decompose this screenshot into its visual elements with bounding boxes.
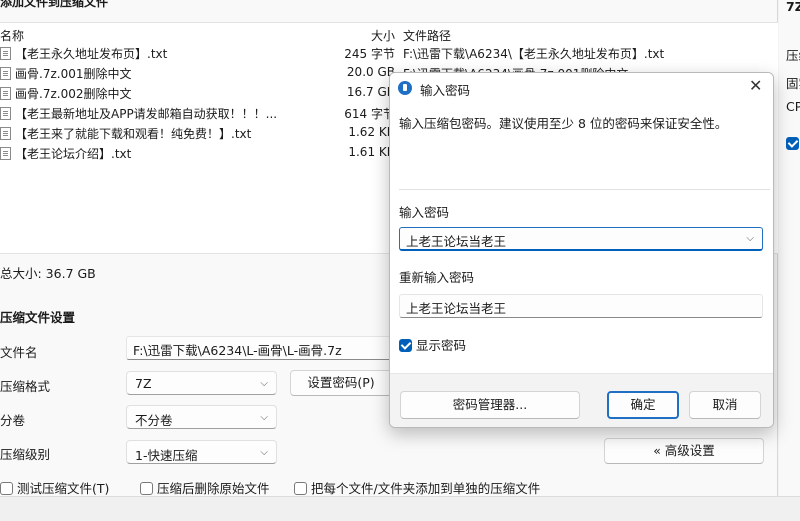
file-size: 16.7 GB [346,85,395,99]
show-password-label: 显示密码 [416,338,467,353]
column-size[interactable]: 大小 [300,27,395,44]
separate-archive-checkbox[interactable] [294,482,307,495]
text-file-icon [0,107,11,120]
file-row[interactable]: 【老王永久地址发布页】.txt 245 字节 F:\迅雷下载\A6234\【老王… [0,45,778,63]
chevron-down-icon: ⌵ [260,412,268,423]
confirm-password-label: 重新输入密码 [399,270,475,285]
chevron-down-icon[interactable]: ⌵ [746,233,754,244]
right-panel: 7Z 压缩 固实 CPU [779,0,800,496]
separate-archive-option[interactable]: 把每个文件/文件夹添加到单独的压缩文件 [294,478,540,497]
file-size: 614 字节 [344,107,395,121]
right-panel-line: CPU [786,99,800,114]
dialog-footer: 密码管理器... 确定 取消 [390,373,773,427]
split-label: 分卷 [0,413,26,428]
format-select[interactable]: 7Z ⌵ [126,371,277,395]
set-password-button[interactable]: 设置密码(P) [290,370,392,396]
file-name: 【老王论坛介绍】.txt [15,147,132,161]
total-size: 总大小: 36.7 GB [0,266,96,281]
file-name: 画骨.7z.001删除中文 [15,67,132,81]
app-icon [398,81,412,95]
password-value: 上老王论坛当老王 [406,234,507,249]
password-label: 输入密码 [399,205,450,220]
file-name: 【老王永久地址发布页】.txt [15,47,168,61]
text-file-icon [0,127,11,140]
level-select[interactable]: 1-快速压缩 ⌵ [126,440,277,464]
right-panel-title: 7Z [786,0,800,14]
advanced-settings-button[interactable]: « 高级设置 [604,438,764,464]
file-size: 1.61 KB [348,145,395,159]
ok-button[interactable]: 确定 [607,391,679,419]
file-name: 【老王最新地址及APP请发邮箱自动获取！！！... [15,107,278,121]
dialog-titlebar: 输入密码 ✕ [390,73,773,104]
column-name[interactable]: 名称 [0,27,24,44]
split-select[interactable]: 不分卷 ⌵ [126,405,277,429]
right-panel-line: 固实 [786,76,800,91]
cancel-button[interactable]: 取消 [689,391,761,419]
right-panel-checkbox[interactable] [786,137,800,151]
window-title: 添加文件到压缩文件 [0,0,109,9]
column-path[interactable]: 文件路径 [403,27,451,44]
file-icon [0,67,11,80]
filename-label: 文件名 [0,345,38,360]
divider [399,189,770,190]
delete-original-checkbox[interactable] [140,482,153,495]
file-size: 245 字节 [344,47,395,61]
test-archive-checkbox[interactable] [0,482,13,495]
test-archive-label: 测试压缩文件(T) [17,481,110,496]
file-icon [0,87,11,100]
show-password-checkbox[interactable] [399,339,412,352]
text-file-icon [0,147,11,160]
right-panel-line: 压缩 [786,48,800,63]
password-dialog: 输入密码 ✕ 输入压缩包密码。建议使用至少 8 位的密码来保证安全性。 输入密码… [389,72,774,428]
file-path: F:\迅雷下载\A6234\【老王永久地址发布页】.txt [403,47,665,61]
chevron-down-icon: ⌵ [260,447,268,458]
format-label: 压缩格式 [0,379,51,394]
delete-original-option[interactable]: 压缩后删除原始文件 [140,478,270,497]
delete-original-label: 压缩后删除原始文件 [157,481,270,496]
status-bar [0,496,800,521]
show-password-option[interactable]: 显示密码 [399,335,466,354]
split-value: 不分卷 [135,413,173,428]
password-input[interactable]: 上老王论坛当老王 ⌵ [399,227,763,251]
file-list-header: 名称 大小 文件路径 [0,27,778,43]
level-label: 压缩级别 [0,447,51,462]
chevron-down-icon: ⌵ [260,378,268,389]
separate-archive-label: 把每个文件/文件夹添加到单独的压缩文件 [311,481,541,496]
file-size: 20.0 GB [346,65,395,79]
test-archive-option[interactable]: 测试压缩文件(T) [0,478,109,497]
password-manager-button[interactable]: 密码管理器... [400,391,580,419]
file-name: 画骨.7z.002删除中文 [15,87,132,101]
dialog-title: 输入密码 [420,83,471,98]
text-file-icon [0,47,11,60]
close-icon[interactable]: ✕ [749,77,762,95]
dialog-description: 输入压缩包密码。建议使用至少 8 位的密码来保证安全性。 [399,116,728,131]
level-value: 1-快速压缩 [135,448,198,463]
file-size: 1.62 KB [348,125,395,139]
format-value: 7Z [135,376,152,391]
confirm-password-input[interactable]: 上老王论坛当老王 [399,294,763,318]
filename-input[interactable]: F:\迅雷下载\A6234\L-画骨\L-画骨.7z [126,336,392,360]
file-name: 【老王来了就能下载和观看！纯免费！】.txt [15,127,252,141]
settings-title: 压缩文件设置 [0,310,76,325]
